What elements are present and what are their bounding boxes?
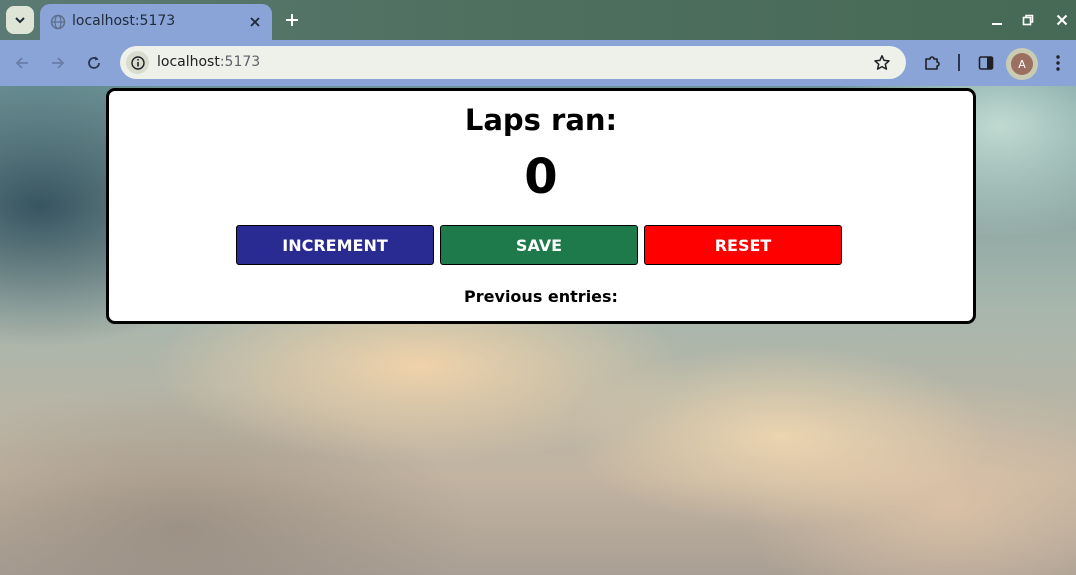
page-background: Laps ran: 0 INCREMENT SAVE RESET Previou… [0,86,1076,575]
avatar: A [1011,53,1033,75]
close-icon [250,17,260,27]
tab-search-button[interactable] [6,6,34,34]
lap-count: 0 [524,149,558,205]
minimize-icon [992,23,1002,25]
previous-entries-label: Previous entries: [464,287,618,306]
tab-strip: localhost:5173 [0,0,1076,40]
arrow-right-icon [52,57,65,69]
side-panel-button[interactable] [975,52,997,74]
url-port: :5173 [219,54,261,70]
info-icon [130,55,145,70]
restore-button[interactable] [1018,10,1038,30]
forward-button[interactable] [47,52,69,74]
toolbar-divider [958,54,960,71]
close-window-button[interactable] [1052,10,1072,30]
kebab-menu-icon [1056,55,1060,71]
star-icon [874,55,890,70]
globe-icon [50,14,66,30]
browser-menu-button[interactable] [1047,52,1069,74]
tab-title: localhost:5173 [72,13,176,29]
site-info-button[interactable] [126,51,149,74]
puzzle-icon [925,56,940,70]
side-panel-icon [978,56,994,70]
restore-icon [1022,14,1034,26]
save-button[interactable]: SAVE [440,225,638,265]
chevron-down-icon [15,17,25,24]
arrow-left-icon [15,57,28,69]
lap-counter-card: Laps ran: 0 INCREMENT SAVE RESET Previou… [106,88,976,324]
page-title: Laps ran: [464,103,618,137]
tab-close-button[interactable] [246,13,264,31]
close-icon [1056,14,1068,26]
tab-active[interactable]: localhost:5173 [40,4,272,40]
reload-button[interactable] [83,52,105,74]
reload-icon [88,56,100,69]
minimize-button[interactable] [987,10,1007,30]
browser-toolbar: localhost:5173 A [0,40,1076,86]
back-button[interactable] [11,52,33,74]
plus-icon [286,14,298,26]
bookmark-button[interactable] [872,53,892,73]
extensions-button[interactable] [921,52,943,74]
profile-button[interactable]: A [1006,48,1038,80]
new-tab-button[interactable] [282,10,302,30]
reset-button[interactable]: RESET [644,225,842,265]
increment-button[interactable]: INCREMENT [236,225,434,265]
url-host: localhost [157,54,220,70]
address-bar[interactable]: localhost:5173 [120,46,906,79]
url-text: localhost:5173 [157,54,260,70]
